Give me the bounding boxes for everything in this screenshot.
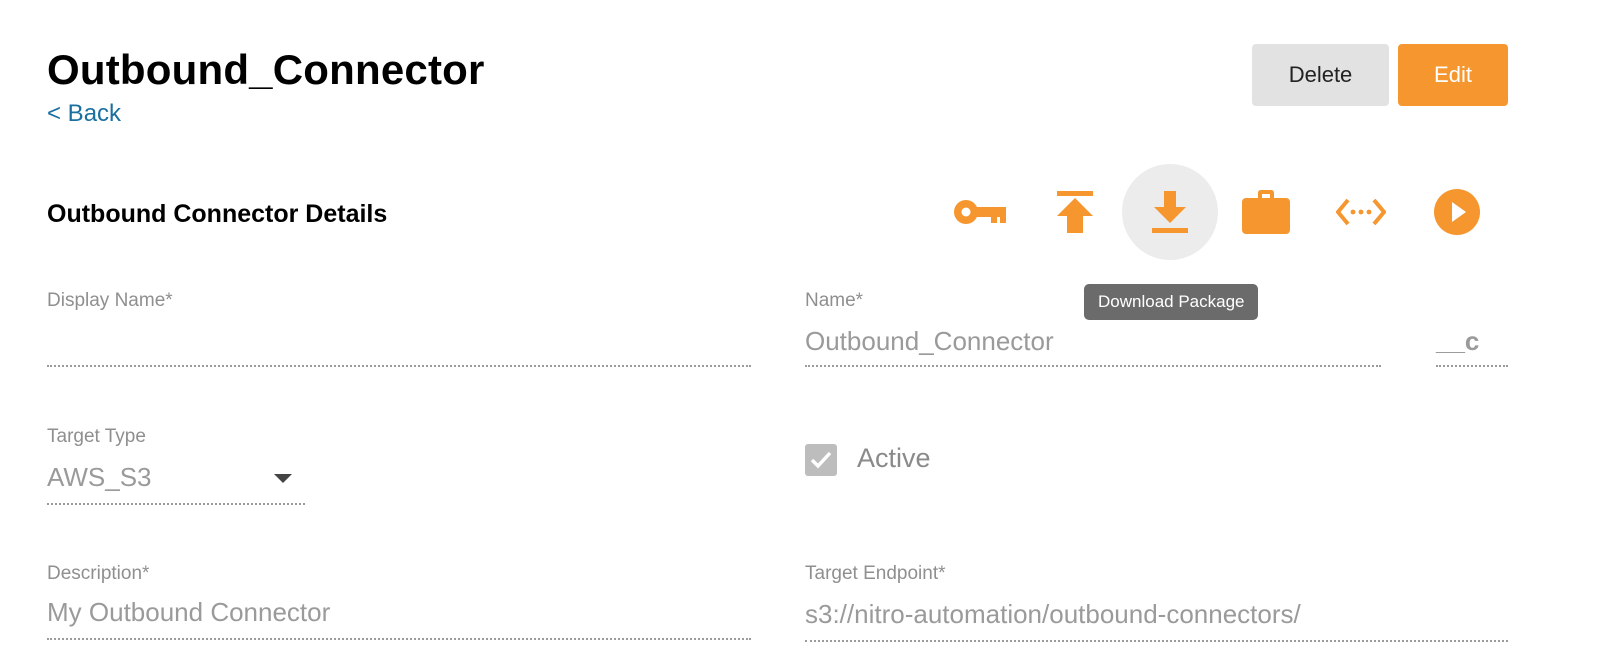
- target-type-label: Target Type: [47, 426, 146, 447]
- name-label: Name*: [805, 290, 864, 311]
- active-label: Active: [857, 443, 931, 473]
- target-type-underline: [47, 503, 305, 505]
- name-field[interactable]: Outbound_Connector: [805, 326, 1054, 357]
- download-icon: [1152, 191, 1188, 233]
- play-icon-button[interactable]: [1409, 164, 1505, 260]
- target-endpoint-label: Target Endpoint*: [805, 563, 946, 584]
- target-type-select[interactable]: AWS_S3: [47, 462, 152, 493]
- upload-icon: [1057, 191, 1093, 233]
- play-icon: [1434, 189, 1480, 235]
- target-endpoint-field[interactable]: s3://nitro-automation/outbound-connector…: [805, 599, 1301, 630]
- code-icon: [1336, 198, 1386, 226]
- section-title: Outbound Connector Details: [47, 200, 388, 228]
- key-icon-button[interactable]: [932, 164, 1028, 260]
- package-icon-button[interactable]: [1218, 164, 1314, 260]
- display-name-label: Display Name*: [47, 290, 173, 311]
- delete-button[interactable]: Delete: [1252, 44, 1389, 106]
- edit-button[interactable]: Edit: [1398, 44, 1508, 106]
- briefcase-icon: [1242, 190, 1290, 234]
- suffix-underline: [1436, 365, 1508, 367]
- back-link[interactable]: < Back: [47, 100, 121, 128]
- chevron-down-icon[interactable]: [274, 474, 292, 483]
- download-icon-button[interactable]: [1122, 164, 1218, 260]
- name-suffix: __c: [1436, 326, 1480, 356]
- upload-icon-button[interactable]: [1027, 164, 1123, 260]
- page-title: Outbound_Connector: [47, 46, 485, 93]
- checkmark-icon: [810, 451, 832, 469]
- description-underline: [47, 638, 751, 640]
- description-label: Description*: [47, 563, 150, 584]
- target-endpoint-underline: [805, 640, 1508, 642]
- description-field[interactable]: My Outbound Connector: [47, 597, 330, 628]
- display-name-underline: [47, 365, 751, 367]
- active-checkbox[interactable]: [805, 444, 837, 476]
- connector-detail-page: Outbound_Connector < Back Delete Edit Ou…: [0, 0, 1600, 654]
- tooltip: Download Package: [1084, 284, 1259, 320]
- code-icon-button[interactable]: [1313, 164, 1409, 260]
- name-underline: [805, 365, 1381, 367]
- key-icon: [954, 200, 1006, 224]
